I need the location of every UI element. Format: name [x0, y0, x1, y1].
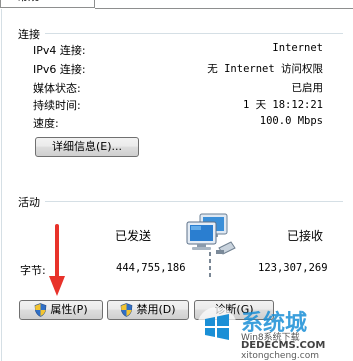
duration-value: 1 天 18:12:21: [242, 99, 323, 111]
ipv4-value: Internet: [272, 42, 323, 54]
tab-general[interactable]: 常规: [0, 0, 95, 8]
watermark-site: DEDECMS.COM: [241, 340, 326, 351]
disable-button[interactable]: 禁用(D): [107, 300, 189, 320]
watermark: 系统城 Win8系统下载 DEDECMS.COM xitongcheng.com: [193, 291, 353, 361]
ipv6-value: 无 Internet 访问权限: [207, 63, 323, 75]
disable-button-label: 禁用(D): [136, 303, 176, 316]
network-status-icon: [186, 213, 236, 278]
ipv4-label: IPv4 连接:: [33, 44, 86, 57]
media-state-value: 已启用: [291, 82, 324, 94]
connection-group-label: 连接: [18, 28, 40, 41]
annotation-arrow: [49, 224, 65, 296]
connection-group-rule: [45, 33, 343, 34]
windows-logo-icon: [197, 307, 237, 347]
bytes-label: 字节:: [20, 264, 46, 277]
speed-label: 速度:: [33, 117, 59, 130]
properties-button-label: 属性(P): [50, 303, 88, 316]
received-label: 已接收: [287, 229, 324, 243]
details-button-label: 详细信息(E)...: [51, 140, 123, 153]
uac-shield-icon: [121, 303, 133, 317]
details-button[interactable]: 详细信息(E)...: [35, 137, 139, 157]
properties-button[interactable]: 属性(P): [19, 300, 103, 320]
duration-label: 持续时间:: [33, 99, 81, 112]
activity-group-rule: [45, 201, 343, 202]
tab-rule: [95, 8, 353, 9]
activity-group-label: 活动: [18, 196, 40, 209]
media-state-label: 媒体状态:: [33, 82, 81, 95]
watermark-url: xitongcheng.com: [241, 351, 319, 361]
sent-label: 已发送: [115, 229, 152, 243]
frame-left-border: [1, 9, 2, 361]
speed-value: 100.0 Mbps: [259, 115, 323, 127]
received-bytes-value: 123,307,269: [258, 262, 328, 274]
tab-strip: 常规: [0, 0, 353, 9]
sent-bytes-value: 444,755,186: [116, 262, 186, 274]
uac-shield-icon: [35, 303, 47, 317]
ipv6-label: IPv6 连接:: [33, 63, 86, 76]
